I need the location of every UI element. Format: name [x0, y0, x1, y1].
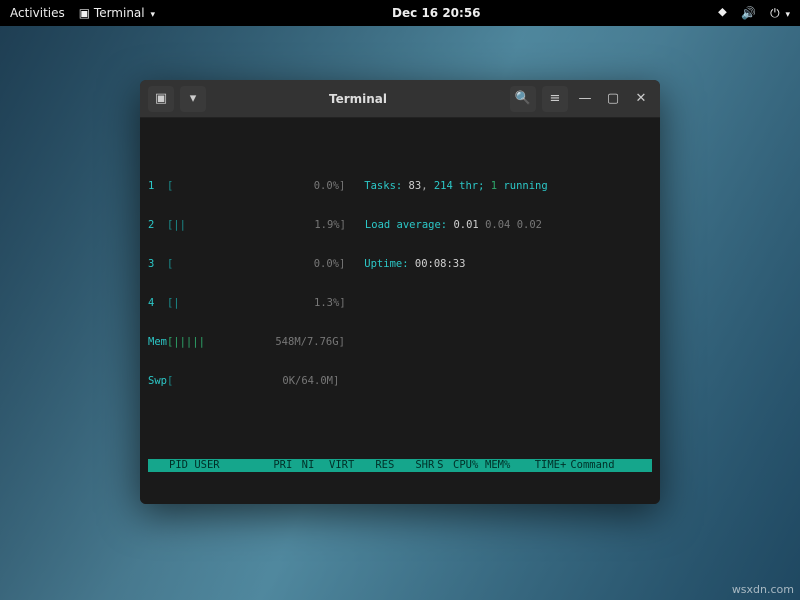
- watermark: wsxdn.com: [732, 583, 794, 596]
- process-header[interactable]: PID USERPRINIVIRTRESSHRSCPU%MEM%TIME+Com…: [148, 459, 652, 472]
- volume-icon[interactable]: 🔊: [741, 6, 756, 20]
- network-icon[interactable]: ⯁: [718, 6, 728, 21]
- activities-button[interactable]: Activities: [10, 6, 65, 20]
- terminal-window: ▣ ▾ Terminal 🔍 ≡ — ▢ ✕ 1 [0.0%] Tasks: 8…: [140, 80, 660, 504]
- power-icon[interactable]: ⏻ ▾: [770, 6, 790, 21]
- app-menu-label: Terminal: [94, 6, 145, 20]
- search-button[interactable]: 🔍: [510, 86, 536, 112]
- app-menu[interactable]: ▣ Terminal ▾: [79, 6, 155, 20]
- clock[interactable]: Dec 16 20:56: [155, 6, 718, 20]
- tab-dropdown-button[interactable]: ▾: [180, 86, 206, 112]
- menu-button[interactable]: ≡: [542, 86, 568, 112]
- maximize-button[interactable]: ▢: [602, 88, 624, 110]
- gnome-topbar: Activities ▣ Terminal ▾ Dec 16 20:56 ⯁ 🔊…: [0, 0, 800, 26]
- titlebar: ▣ ▾ Terminal 🔍 ≡ — ▢ ✕: [140, 80, 660, 118]
- terminal-content[interactable]: 1 [0.0%] Tasks: 83, 214 thr; 1 running 2…: [140, 118, 660, 504]
- minimize-button[interactable]: —: [574, 88, 596, 110]
- window-title: Terminal: [212, 92, 504, 106]
- new-tab-button[interactable]: ▣: [148, 86, 174, 112]
- meters-block: 1 [0.0%] Tasks: 83, 214 thr; 1 running 2…: [148, 154, 652, 414]
- close-button[interactable]: ✕: [630, 88, 652, 110]
- chevron-down-icon: ▾: [785, 10, 790, 20]
